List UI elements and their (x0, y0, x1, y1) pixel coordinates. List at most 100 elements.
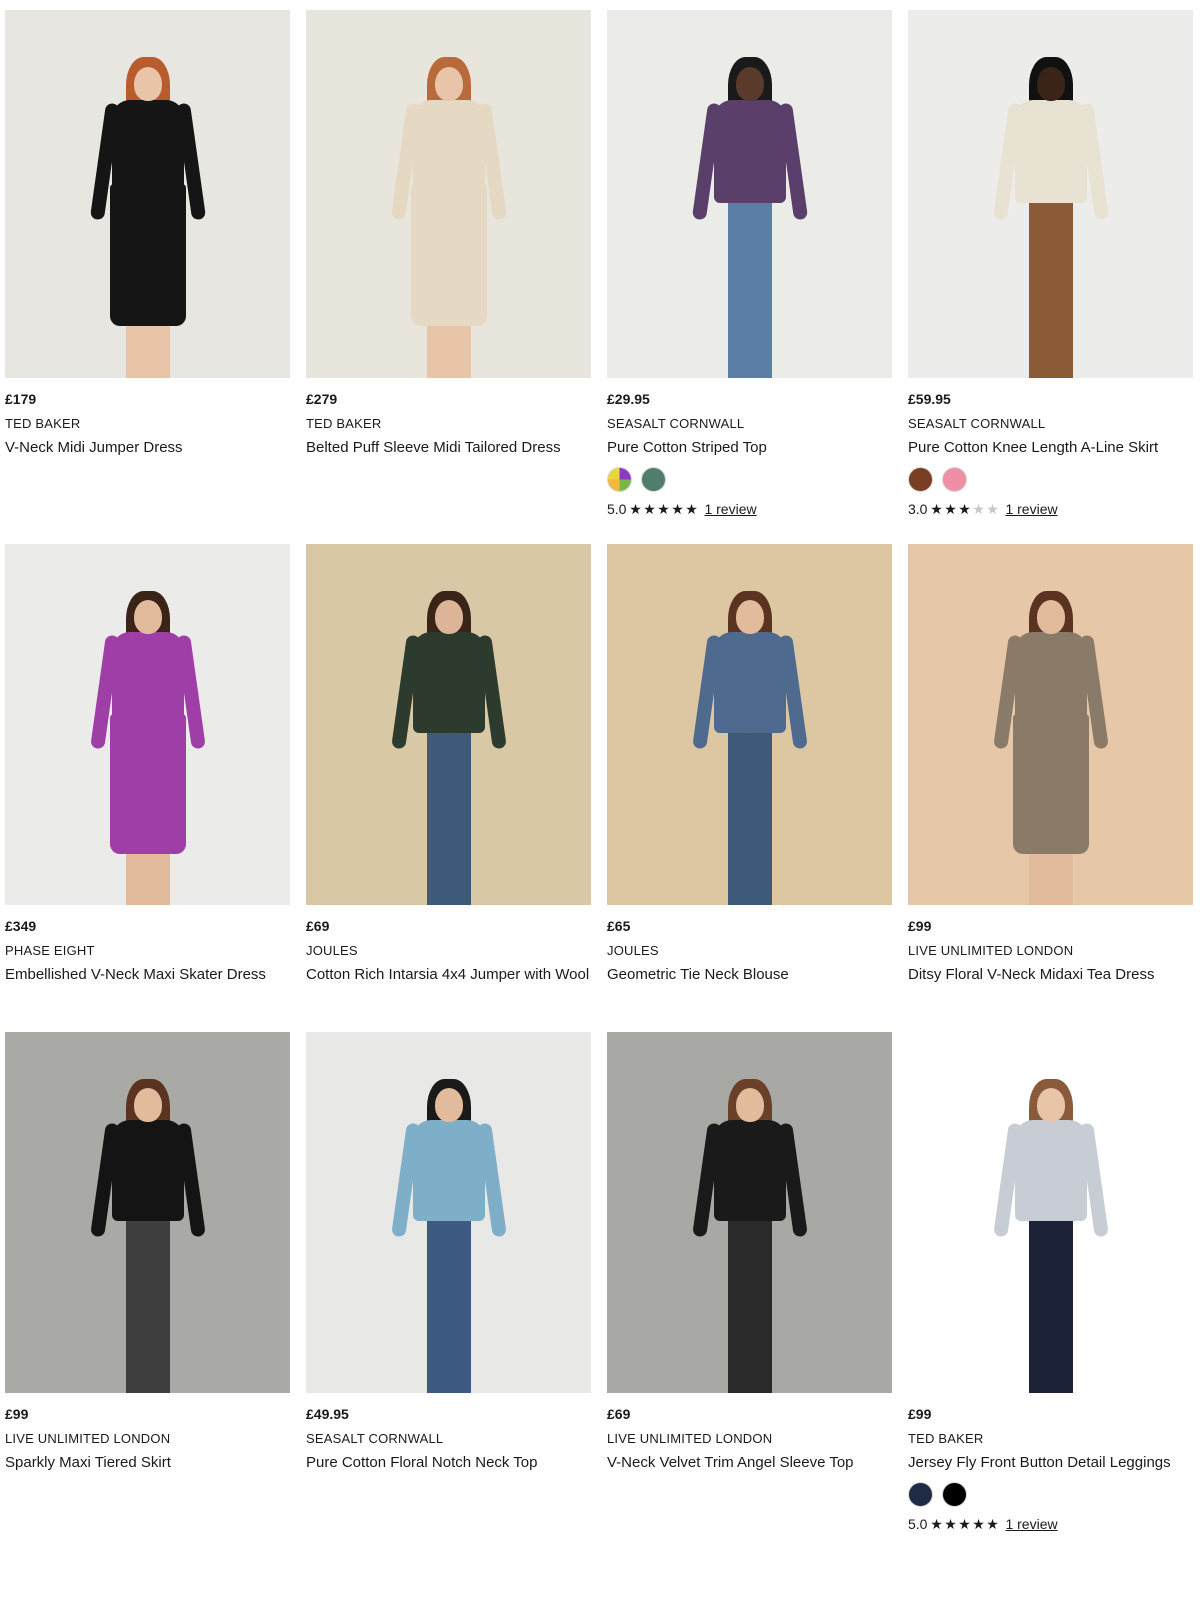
product-title[interactable]: V-Neck Midi Jumper Dress (5, 436, 290, 459)
product-price: £349 (5, 918, 37, 934)
color-swatch[interactable] (908, 467, 933, 492)
product-card[interactable]: £29.95 SEASALT CORNWALL Pure Cotton Stri… (607, 10, 892, 544)
rating-stars: ★ ★ ★ ★ ★ (929, 502, 999, 516)
product-price: £179 (5, 391, 37, 407)
product-price: £59.95 (908, 391, 951, 407)
product-card[interactable]: £59.95 SEASALT CORNWALL Pure Cotton Knee… (908, 10, 1193, 544)
product-brand: SEASALT CORNWALL (607, 416, 745, 431)
star-icon: ★ (972, 1516, 985, 1532)
product-title[interactable]: Ditsy Floral V-Neck Midaxi Tea Dress (908, 963, 1193, 986)
product-card[interactable]: £49.95 SEASALT CORNWALL Pure Cotton Flor… (306, 1032, 591, 1532)
model-figure (981, 54, 1121, 378)
product-card[interactable]: £99 LIVE UNLIMITED LONDON Sparkly Maxi T… (5, 1032, 290, 1532)
color-swatches (607, 467, 892, 492)
product-title[interactable]: Belted Puff Sleeve Midi Tailored Dress (306, 436, 591, 459)
product-image[interactable] (306, 10, 591, 378)
product-image[interactable] (306, 1032, 591, 1393)
star-icon: ★ (685, 501, 698, 517)
product-title[interactable]: Sparkly Maxi Tiered Skirt (5, 1451, 290, 1474)
product-title[interactable]: V-Neck Velvet Trim Angel Sleeve Top (607, 1451, 892, 1474)
rating-stars: ★ ★ ★ ★ ★ (628, 502, 698, 516)
model-figure (379, 1075, 519, 1393)
color-swatches (908, 467, 1193, 492)
product-card[interactable]: £179 TED BAKER V-Neck Midi Jumper Dress (5, 10, 290, 544)
color-swatch[interactable] (908, 1482, 933, 1507)
product-price: £99 (908, 1406, 932, 1422)
product-price: £99 (908, 918, 932, 934)
product-price: £29.95 (607, 391, 650, 407)
product-brand: JOULES (306, 943, 358, 958)
model-figure (78, 1075, 218, 1393)
review-link[interactable]: 1 review (1005, 501, 1057, 517)
model-figure (680, 587, 820, 905)
color-swatch[interactable] (942, 1482, 967, 1507)
model-figure (78, 587, 218, 905)
color-swatches (908, 1482, 1193, 1507)
star-icon: ★ (944, 1516, 957, 1532)
review-link[interactable]: 1 review (704, 501, 756, 517)
product-title[interactable]: Cotton Rich Intarsia 4x4 Jumper with Woo… (306, 963, 591, 986)
product-image[interactable] (306, 544, 591, 905)
model-figure (981, 587, 1121, 905)
rating-score: 5.0 (607, 501, 627, 517)
product-brand: LIVE UNLIMITED LONDON (5, 1431, 171, 1446)
model-figure (680, 1075, 820, 1393)
model-figure (379, 54, 519, 378)
product-image[interactable] (5, 1032, 290, 1393)
product-price: £49.95 (306, 1406, 349, 1422)
product-brand: SEASALT CORNWALL (306, 1431, 444, 1446)
product-image[interactable] (908, 544, 1193, 905)
star-icon: ★ (958, 1516, 971, 1532)
product-grid: £179 TED BAKER V-Neck Midi Jumper Dress … (5, 10, 1193, 1532)
product-image[interactable] (908, 10, 1193, 378)
product-brand: TED BAKER (306, 416, 382, 431)
star-icon: ★ (671, 501, 684, 517)
product-image[interactable] (607, 10, 892, 378)
product-image[interactable] (607, 1032, 892, 1393)
model-figure (379, 587, 519, 905)
product-title[interactable]: Jersey Fly Front Button Detail Leggings (908, 1451, 1193, 1474)
star-icon: ★ (930, 501, 943, 517)
rating-stars: ★ ★ ★ ★ ★ (929, 1517, 999, 1531)
product-image[interactable] (5, 10, 290, 378)
model-figure (78, 54, 218, 378)
product-price: £99 (5, 1406, 29, 1422)
star-icon: ★ (629, 501, 642, 517)
product-title[interactable]: Embellished V-Neck Maxi Skater Dress (5, 963, 290, 986)
product-title[interactable]: Geometric Tie Neck Blouse (607, 963, 892, 986)
product-brand: TED BAKER (908, 1431, 984, 1446)
rating-score: 3.0 (908, 501, 928, 517)
product-rating: 5.0 ★ ★ ★ ★ ★ 1 review (908, 1516, 1193, 1532)
product-card[interactable]: £65 JOULES Geometric Tie Neck Blouse (607, 544, 892, 1032)
star-icon: ★ (657, 501, 670, 517)
product-rating: 3.0 ★ ★ ★ ★ ★ 1 review (908, 501, 1193, 517)
product-card[interactable]: £69 LIVE UNLIMITED LONDON V-Neck Velvet … (607, 1032, 892, 1532)
product-title[interactable]: Pure Cotton Floral Notch Neck Top (306, 1451, 591, 1474)
star-icon: ★ (930, 1516, 943, 1532)
product-title[interactable]: Pure Cotton Knee Length A-Line Skirt (908, 436, 1193, 459)
product-card[interactable]: £99 LIVE UNLIMITED LONDON Ditsy Floral V… (908, 544, 1193, 1032)
star-icon: ★ (972, 501, 985, 517)
product-brand: LIVE UNLIMITED LONDON (908, 943, 1074, 958)
product-price: £65 (607, 918, 631, 934)
star-icon: ★ (643, 501, 656, 517)
product-price: £69 (306, 918, 330, 934)
product-title[interactable]: Pure Cotton Striped Top (607, 436, 892, 459)
rating-score: 5.0 (908, 1516, 928, 1532)
star-icon: ★ (944, 501, 957, 517)
product-card[interactable]: £69 JOULES Cotton Rich Intarsia 4x4 Jump… (306, 544, 591, 1032)
model-figure (680, 54, 820, 378)
color-swatch[interactable] (607, 467, 632, 492)
color-swatch[interactable] (641, 467, 666, 492)
product-image[interactable] (607, 544, 892, 905)
product-image[interactable] (908, 1032, 1193, 1393)
color-swatch[interactable] (942, 467, 967, 492)
star-icon: ★ (986, 1516, 999, 1532)
product-image[interactable] (5, 544, 290, 905)
product-card[interactable]: £99 TED BAKER Jersey Fly Front Button De… (908, 1032, 1193, 1532)
product-brand: TED BAKER (5, 416, 81, 431)
product-card[interactable]: £279 TED BAKER Belted Puff Sleeve Midi T… (306, 10, 591, 544)
review-link[interactable]: 1 review (1005, 1516, 1057, 1532)
product-card[interactable]: £349 PHASE EIGHT Embellished V-Neck Maxi… (5, 544, 290, 1032)
product-brand: PHASE EIGHT (5, 943, 95, 958)
